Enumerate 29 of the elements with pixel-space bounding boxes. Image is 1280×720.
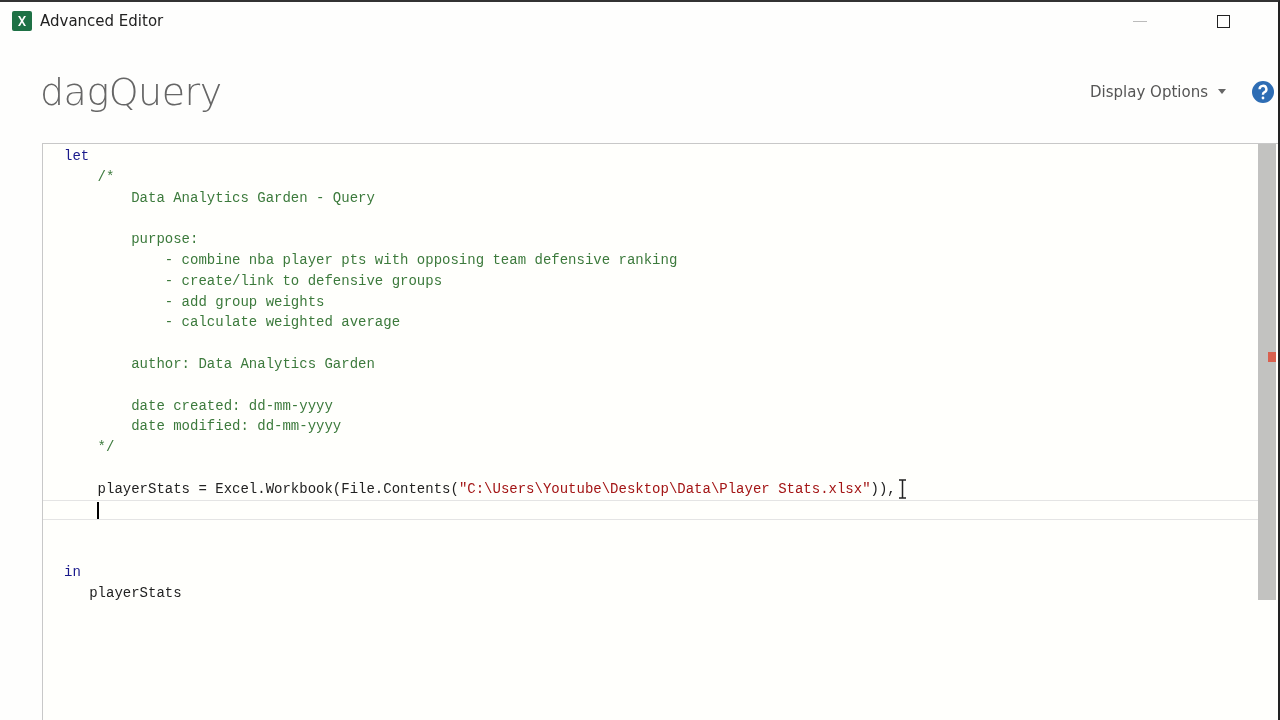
display-options-dropdown[interactable]: Display Options [1090, 82, 1226, 101]
code-comment: author: Data Analytics Garden [130, 355, 375, 372]
window-title: Advanced Editor [40, 12, 164, 30]
code-keyword: let [64, 148, 90, 164]
maximize-button[interactable] [1217, 14, 1230, 28]
code-comment: - combine nba player pts with opposing team defensive ranking [163, 252, 678, 268]
code-comment: purpose: [130, 231, 199, 248]
help-icon[interactable] [1252, 80, 1274, 103]
code-comment: - add group weights [163, 293, 325, 310]
code-comment: - calculate weighted average [163, 314, 401, 331]
excel-icon [12, 11, 32, 31]
error-marker [1268, 352, 1276, 362]
code-keyword: in [64, 563, 81, 580]
query-title: dagQuery [40, 69, 222, 114]
code-string: "C:\Users\Youtube\Desktop\Data\Player Stats.xlsx" [458, 480, 871, 497]
scrollbar[interactable] [1258, 144, 1276, 600]
code-comment: date created: dd-mm-yyyy [130, 397, 333, 414]
minimize-button[interactable] [1133, 20, 1147, 22]
code-text: playerStats = Excel.Workbook(File.Contents( [96, 480, 459, 497]
caret-icon [1218, 89, 1226, 94]
code-text: )), [870, 480, 896, 497]
text-cursor-icon [897, 479, 907, 500]
code-comment: */ [96, 439, 115, 456]
code-comment: - create/link to defensive groups [163, 272, 443, 289]
code-text: playerStats [88, 584, 182, 601]
code-comment: /* [96, 168, 115, 185]
code-comment: Data Analytics Garden - Query [130, 189, 375, 206]
text-caret [97, 501, 99, 519]
code-comment: date modified: dd-mm-yyyy [130, 418, 342, 435]
